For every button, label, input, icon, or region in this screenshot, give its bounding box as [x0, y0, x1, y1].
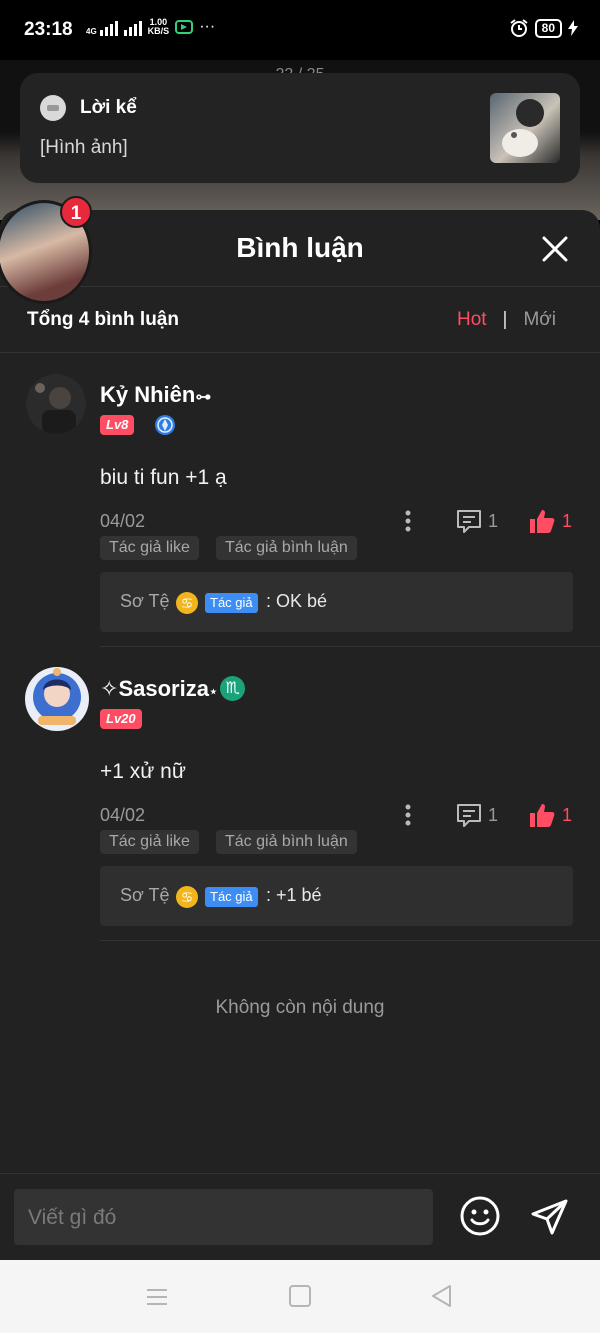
name-decoration: ⊶	[195, 389, 212, 406]
reply-count: 1	[488, 511, 499, 531]
composer-divider	[0, 1173, 600, 1174]
avatar[interactable]	[24, 666, 90, 732]
author-reply[interactable]: Sơ Tệ ♋ Tác giả : OK bé	[100, 572, 573, 632]
comment-input[interactable]: Viết gì đó	[14, 1189, 433, 1245]
status-bar: 23:18 4G 1.00 KB/S ··· 80	[0, 0, 600, 60]
comment-divider	[100, 646, 600, 647]
comment-date: 04/02	[100, 511, 146, 531]
reply-author-name: Sơ Tệ	[120, 885, 170, 905]
reply-icon[interactable]	[455, 802, 483, 828]
clock: 23:18	[24, 19, 73, 40]
like-icon[interactable]	[528, 801, 556, 829]
sort-tabs: Hot | Mới	[457, 309, 556, 331]
status-right: 80	[509, 18, 578, 38]
subheader-divider	[0, 352, 600, 353]
verified-icon	[155, 415, 175, 435]
more-options-icon[interactable]	[403, 804, 413, 826]
commenter-name-text: Kỷ Nhiên	[100, 382, 196, 407]
reply-count: 1	[488, 805, 499, 825]
commenter-name-text: Sasoriza	[118, 676, 209, 701]
send-icon[interactable]	[530, 1197, 570, 1237]
comment-text: +1 xử nữ	[100, 760, 186, 783]
tag-author-like: Tác giả like	[100, 536, 199, 560]
back-icon[interactable]	[430, 1284, 454, 1308]
signal-icon: 4G	[86, 18, 118, 36]
comment-input-placeholder: Viết gì đó	[28, 1206, 117, 1229]
signal-icon-2	[123, 18, 142, 36]
reply-icon[interactable]	[455, 508, 483, 534]
name-decoration-prefix: ✧	[100, 676, 119, 701]
notification-thumbnail	[490, 93, 560, 163]
level-badge: Lv8	[100, 415, 135, 435]
avatar[interactable]	[26, 374, 86, 434]
cancer-zodiac-icon: ♋	[176, 886, 198, 908]
author-badge: Tác giả	[205, 593, 258, 613]
recent-apps-icon[interactable]	[146, 1288, 168, 1306]
app-notification-icon	[175, 20, 194, 34]
author-reply[interactable]: Sơ Tệ ♋ Tác giả : +1 bé	[100, 866, 573, 926]
tab-new[interactable]: Mới	[523, 309, 556, 331]
like-count: 1	[562, 805, 573, 825]
net-speed: 1.00 KB/S	[148, 18, 170, 36]
thumbnail-image	[502, 99, 544, 157]
close-icon[interactable]	[538, 232, 572, 266]
notification-title: Lời kể	[80, 97, 137, 118]
tag-author-like: Tác giả like	[100, 830, 199, 854]
total-comments: Tổng 4 bình luận	[27, 309, 179, 330]
author-badge: Tác giả	[205, 887, 258, 907]
tag-author-comment: Tác giả bình luận	[216, 830, 357, 854]
chat-icon	[40, 95, 66, 121]
like-icon[interactable]	[528, 507, 556, 535]
home-icon[interactable]	[289, 1285, 311, 1307]
charging-icon	[568, 20, 578, 36]
scorpio-zodiac-icon: ♏	[220, 676, 245, 701]
comment-divider	[100, 940, 600, 941]
like-count: 1	[562, 511, 573, 531]
name-decoration: ⋆	[208, 683, 218, 699]
notification-count-badge: 1	[60, 196, 92, 228]
net-speed-unit: KB/S	[147, 26, 170, 36]
alarm-icon	[510, 19, 528, 37]
emoji-icon[interactable]	[459, 1195, 501, 1237]
commenter-name[interactable]: ✧Sasoriza⋆	[100, 676, 218, 702]
end-of-list: Không còn nội dung	[215, 997, 385, 1018]
battery-icon: 80	[534, 18, 562, 38]
tag-author-comment: Tác giả bình luận	[216, 536, 357, 560]
cancer-zodiac-icon: ♋	[176, 592, 198, 614]
notification-body: [Hình ảnh]	[40, 137, 128, 158]
comment-date: 04/02	[100, 805, 146, 825]
reply-author-name: Sơ Tệ	[120, 591, 170, 611]
avatar-image	[26, 374, 86, 434]
more-options-icon[interactable]	[403, 510, 413, 532]
comment-text: biu ti fun +1 ạ	[100, 466, 227, 489]
status-icons: 4G 1.00 KB/S ···	[86, 18, 215, 36]
more-notifications: ···	[199, 18, 216, 35]
network-type: 4G	[86, 27, 97, 36]
tab-hot[interactable]: Hot	[457, 309, 487, 331]
level-badge: Lv20	[100, 709, 142, 729]
reply-text: : +1 bé	[266, 885, 322, 905]
reply-text: : OK bé	[266, 591, 328, 611]
heads-up-notification[interactable]: Lời kể [Hình ảnh]	[20, 73, 580, 183]
avatar-image	[25, 667, 89, 731]
commenter-name[interactable]: Kỷ Nhiên⊶	[100, 382, 211, 408]
system-nav-bar	[0, 1260, 600, 1333]
tab-separator: |	[502, 309, 508, 330]
comments-panel: Bình luận Tổng 4 bình luận Hot | Mới Kỷ …	[0, 210, 600, 1260]
